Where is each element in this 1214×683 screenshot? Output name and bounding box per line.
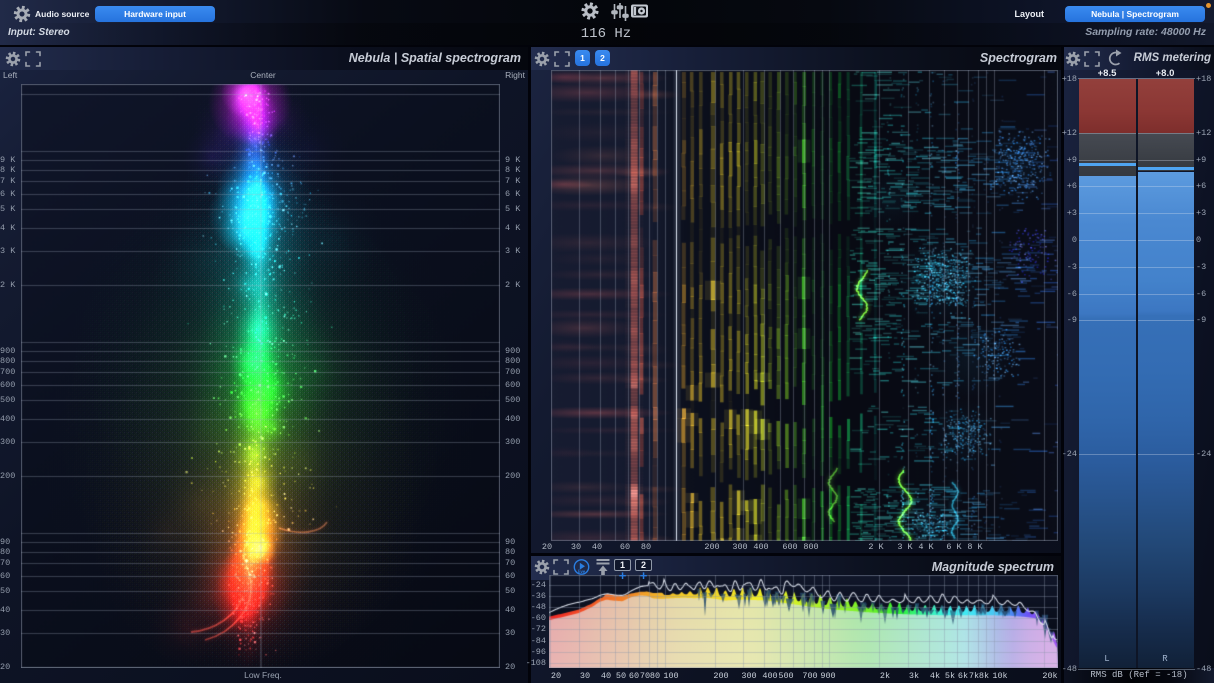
svg-text:live: live bbox=[578, 569, 586, 574]
